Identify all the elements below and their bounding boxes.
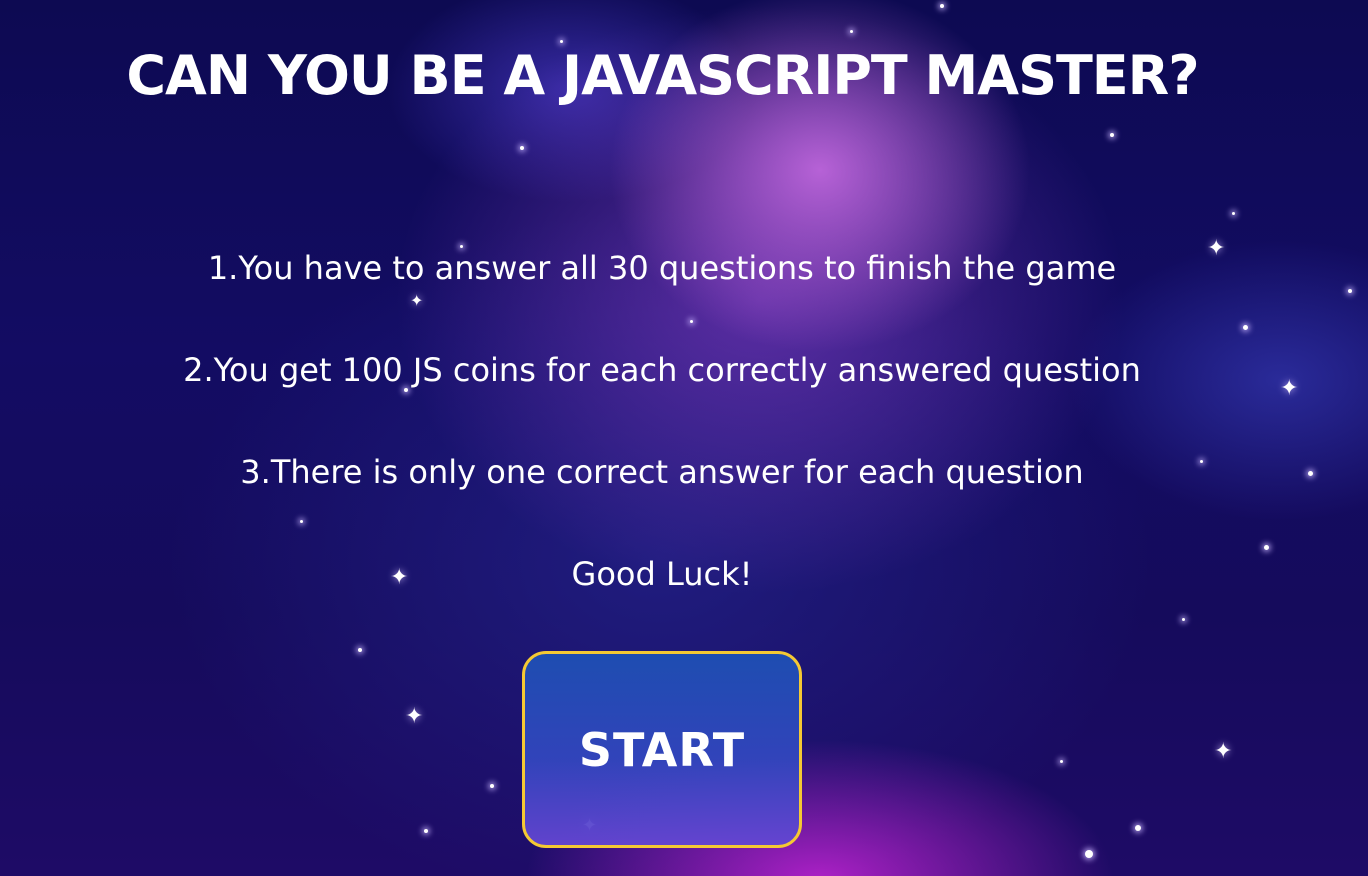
star-icon	[1232, 212, 1235, 215]
rule-item: 3.There is only one correct answer for e…	[240, 453, 1084, 491]
star-icon	[940, 4, 944, 8]
star-icon	[1348, 289, 1352, 293]
star-icon	[1110, 133, 1114, 137]
rule-item: 1.You have to answer all 30 questions to…	[207, 249, 1117, 287]
star-icon	[1060, 760, 1063, 763]
rule-item: 2.You get 100 JS coins for each correctl…	[183, 351, 1141, 389]
star-icon	[1182, 618, 1185, 621]
star-icon	[850, 30, 853, 33]
good-luck-message: Good Luck!	[571, 555, 753, 593]
start-button-label: START	[578, 722, 746, 777]
star-icon	[490, 784, 494, 788]
star-icon	[1135, 825, 1141, 831]
star-icon	[424, 829, 428, 833]
star-icon	[1085, 850, 1093, 858]
sparkle-icon: ✦	[1214, 739, 1233, 764]
sparkle-icon: ✦	[405, 704, 424, 729]
star-icon	[520, 146, 524, 150]
rules-list: 1.You have to answer all 30 questions to…	[0, 246, 1324, 552]
page-title: CAN YOU BE A JAVASCRIPT MASTER?	[126, 44, 1199, 107]
star-icon	[358, 648, 362, 652]
start-button[interactable]: START	[522, 651, 802, 848]
